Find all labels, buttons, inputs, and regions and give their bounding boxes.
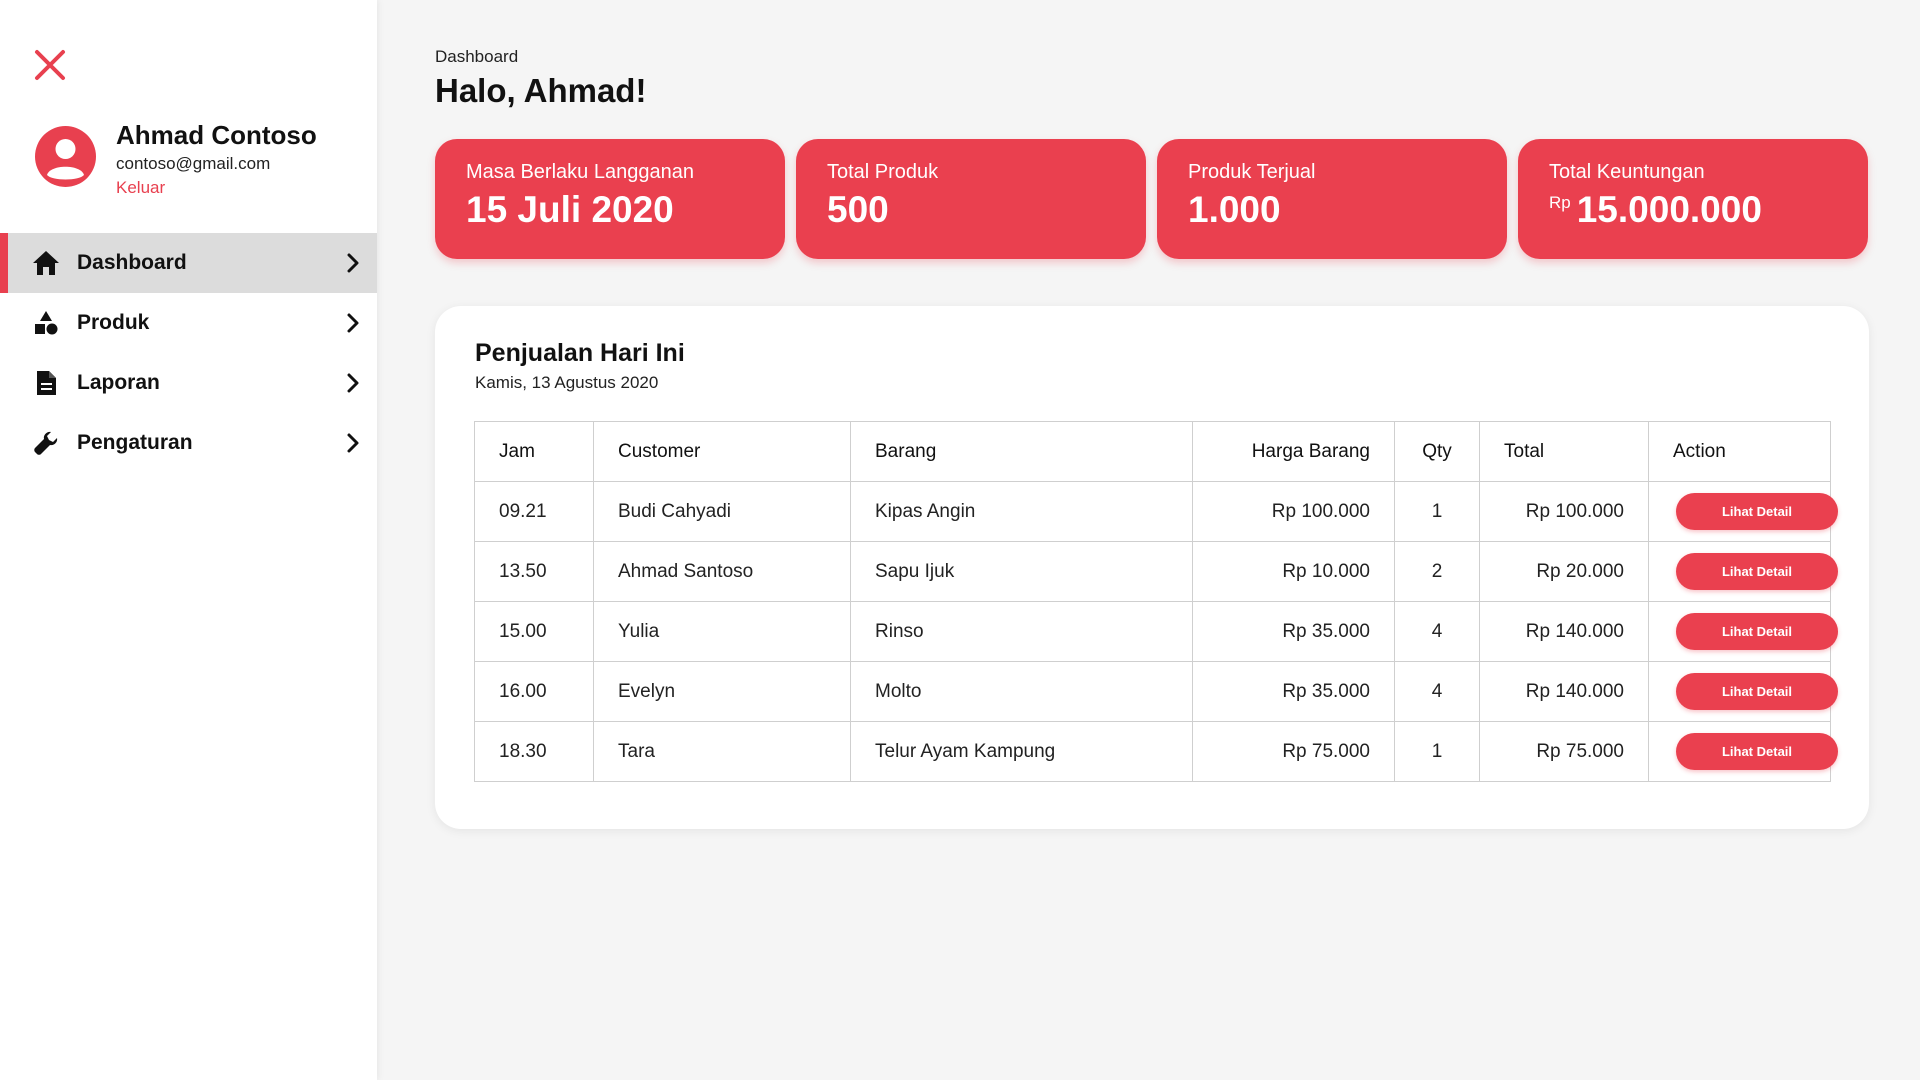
sales-today-card: Penjualan Hari Ini Kamis, 13 Agustus 202…	[435, 306, 1869, 829]
cell-qty: 1	[1394, 721, 1480, 782]
stat-value: 500	[827, 189, 889, 230]
stat-value-group: Rp 15.000.000	[1549, 189, 1762, 231]
logout-link[interactable]: Keluar	[116, 178, 165, 198]
column-header-action: Action	[1648, 421, 1831, 482]
table-header-row: Jam Customer Barang Harga Barang Qty Tot…	[474, 421, 1831, 482]
table-row: 16.00 Evelyn Molto Rp 35.000 4 Rp 140.00…	[474, 661, 1838, 722]
stat-label: Total Keuntungan	[1549, 161, 1705, 183]
cell-barang: Telur Ayam Kampung	[850, 721, 1193, 782]
cell-customer: Yulia	[593, 601, 851, 662]
user-profile: Ahmad Contoso contoso@gmail.com Keluar	[35, 120, 365, 200]
column-header-harga: Harga Barang	[1192, 421, 1395, 482]
cell-action: Lihat Detail	[1648, 601, 1838, 662]
stat-label: Produk Terjual	[1188, 161, 1316, 183]
table-row: 15.00 Yulia Rinso Rp 35.000 4 Rp 140.000…	[474, 601, 1838, 662]
chevron-right-icon	[343, 372, 363, 394]
sidebar-item-label: Laporan	[77, 371, 160, 394]
view-detail-button[interactable]: Lihat Detail	[1676, 733, 1838, 770]
sales-title: Penjualan Hari Ini	[475, 339, 685, 367]
column-header-total: Total	[1479, 421, 1649, 482]
profile-email: contoso@gmail.com	[116, 154, 271, 173]
stat-label: Total Produk	[827, 161, 939, 183]
sidebar-item-pengaturan[interactable]: Pengaturan	[0, 413, 377, 473]
cell-qty: 4	[1394, 661, 1480, 722]
sidebar-item-label: Pengaturan	[77, 431, 193, 454]
stats-row: Masa Berlaku Langganan 15 Juli 2020 Tota…	[435, 139, 1870, 259]
currency-label: Rp	[1549, 193, 1571, 212]
chevron-right-icon	[343, 432, 363, 454]
cell-total: Rp 140.000	[1479, 661, 1649, 722]
cell-customer: Budi Cahyadi	[593, 481, 851, 542]
cell-harga: Rp 35.000	[1192, 601, 1395, 662]
cell-barang: Molto	[850, 661, 1193, 722]
cell-total: Rp 140.000	[1479, 601, 1649, 662]
chevron-right-icon	[343, 312, 363, 334]
cell-total: Rp 100.000	[1479, 481, 1649, 542]
sidebar-item-produk[interactable]: Produk	[0, 293, 377, 353]
stat-card-subscription: Masa Berlaku Langganan 15 Juli 2020	[435, 139, 785, 259]
stat-card-total-products: Total Produk 500	[796, 139, 1146, 259]
sidebar-item-label: Produk	[77, 311, 150, 334]
page-title: Halo, Ahmad!	[435, 72, 647, 109]
cell-total: Rp 20.000	[1479, 541, 1649, 602]
cell-action: Lihat Detail	[1648, 661, 1838, 722]
view-detail-button[interactable]: Lihat Detail	[1676, 493, 1838, 530]
close-icon[interactable]	[30, 45, 70, 85]
sales-date: Kamis, 13 Agustus 2020	[475, 373, 659, 392]
stat-value: 15.000.000	[1576, 189, 1762, 230]
view-detail-button[interactable]: Lihat Detail	[1676, 673, 1838, 710]
cell-action: Lihat Detail	[1648, 481, 1838, 542]
stat-card-products-sold: Produk Terjual 1.000	[1157, 139, 1507, 259]
cell-jam: 16.00	[474, 661, 594, 722]
table-row: 09.21 Budi Cahyadi Kipas Angin Rp 100.00…	[474, 481, 1838, 542]
cell-barang: Rinso	[850, 601, 1193, 662]
sales-table: Jam Customer Barang Harga Barang Qty Tot…	[474, 421, 1838, 782]
column-header-qty: Qty	[1394, 421, 1480, 482]
cell-customer: Ahmad Santoso	[593, 541, 851, 602]
cell-harga: Rp 75.000	[1192, 721, 1395, 782]
cell-total: Rp 75.000	[1479, 721, 1649, 782]
home-icon	[32, 249, 60, 277]
table-row: 13.50 Ahmad Santoso Sapu Ijuk Rp 10.000 …	[474, 541, 1838, 602]
stat-value: 15 Juli 2020	[466, 189, 674, 230]
cell-barang: Kipas Angin	[850, 481, 1193, 542]
cell-qty: 4	[1394, 601, 1480, 662]
profile-name: Ahmad Contoso	[116, 120, 317, 150]
cell-jam: 13.50	[474, 541, 594, 602]
cell-action: Lihat Detail	[1648, 541, 1838, 602]
sidebar-nav: Dashboard Produk Laporan Pengaturan	[0, 233, 377, 473]
cell-harga: Rp 35.000	[1192, 661, 1395, 722]
view-detail-button[interactable]: Lihat Detail	[1676, 613, 1838, 650]
view-detail-button[interactable]: Lihat Detail	[1676, 553, 1838, 590]
table-row: 18.30 Tara Telur Ayam Kampung Rp 75.000 …	[474, 721, 1838, 782]
sidebar: Ahmad Contoso contoso@gmail.com Keluar D…	[0, 0, 377, 1080]
cell-jam: 18.30	[474, 721, 594, 782]
shapes-icon	[32, 309, 60, 337]
wrench-icon	[32, 429, 60, 457]
sidebar-item-dashboard[interactable]: Dashboard	[0, 233, 377, 293]
column-header-barang: Barang	[850, 421, 1193, 482]
cell-qty: 1	[1394, 481, 1480, 542]
column-header-jam: Jam	[474, 421, 594, 482]
cell-customer: Evelyn	[593, 661, 851, 722]
cell-customer: Tara	[593, 721, 851, 782]
cell-jam: 15.00	[474, 601, 594, 662]
column-header-customer: Customer	[593, 421, 851, 482]
document-icon	[32, 369, 60, 397]
sales-table-wrap: Jam Customer Barang Harga Barang Qty Tot…	[474, 421, 1838, 782]
cell-action: Lihat Detail	[1648, 721, 1838, 782]
cell-qty: 2	[1394, 541, 1480, 602]
breadcrumb: Dashboard	[435, 47, 519, 66]
sidebar-item-label: Dashboard	[77, 251, 187, 274]
stat-card-total-profit: Total Keuntungan Rp 15.000.000	[1518, 139, 1868, 259]
sidebar-item-laporan[interactable]: Laporan	[0, 353, 377, 413]
cell-harga: Rp 10.000	[1192, 541, 1395, 602]
stat-value: 1.000	[1188, 189, 1281, 230]
stat-label: Masa Berlaku Langganan	[466, 161, 694, 183]
user-avatar-icon	[35, 126, 96, 187]
cell-harga: Rp 100.000	[1192, 481, 1395, 542]
cell-jam: 09.21	[474, 481, 594, 542]
cell-barang: Sapu Ijuk	[850, 541, 1193, 602]
chevron-right-icon	[343, 252, 363, 274]
